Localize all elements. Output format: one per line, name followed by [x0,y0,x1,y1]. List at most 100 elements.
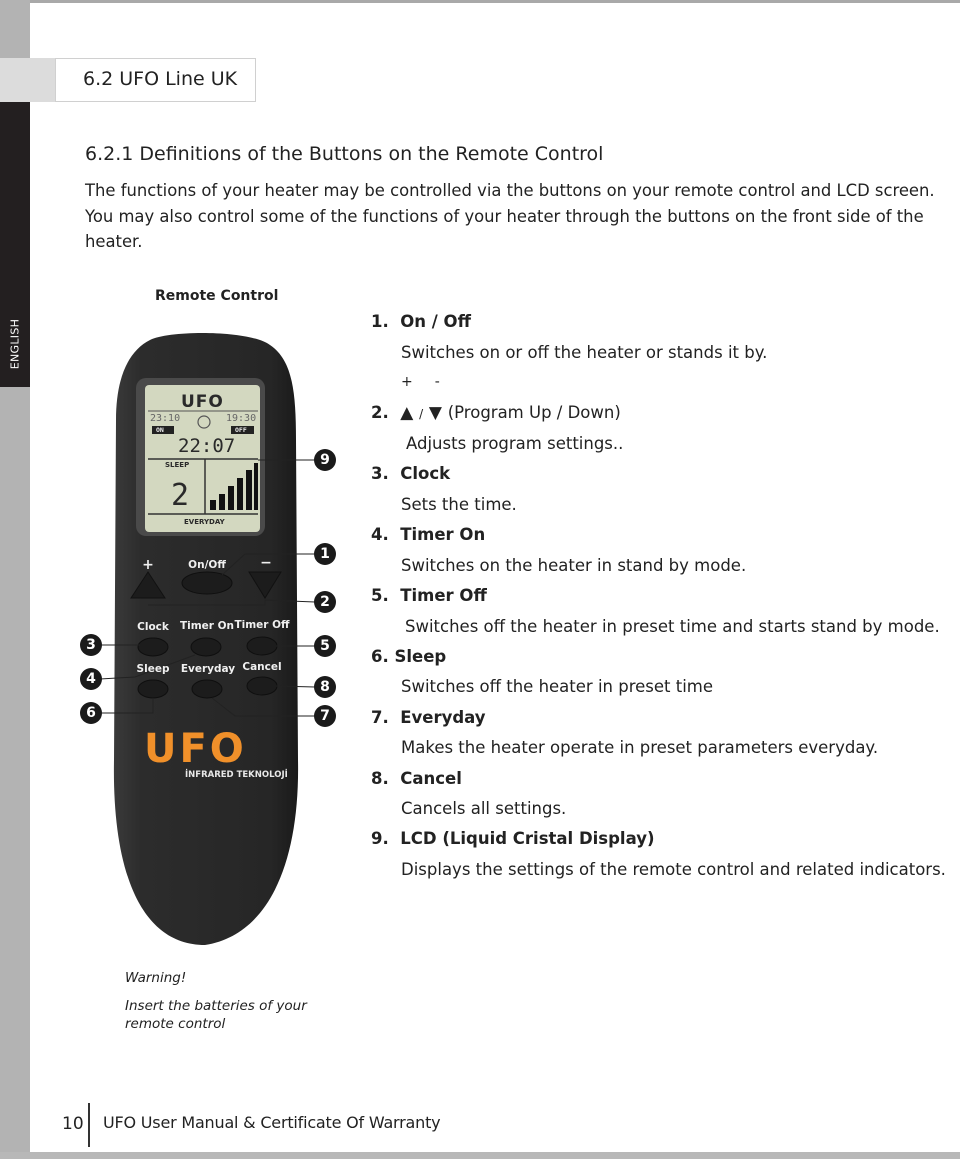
definition-item-8: 8. Cancel [371,769,462,788]
page-number: 10 [62,1114,84,1134]
item-desc: Cancels all settings. [401,799,567,818]
lcd-off-badge: OFF [235,426,247,434]
item-number: 4. [371,525,389,544]
item-desc: Switches off the heater in preset time a… [405,617,940,636]
item-title: (Program Up / Down) [447,403,621,422]
timer-off-button [246,636,278,656]
callout-6: 6 [80,702,102,724]
section-title: 6.2 UFO Line UK [83,68,238,90]
leader-1 [221,553,315,576]
power-bar [210,500,216,510]
definition-item-7: 7. Everyday [371,708,486,727]
callout-leaders [99,459,316,717]
definition-item-3: 3. Clock [371,464,450,483]
on-off-label: On/Off [188,559,226,571]
leader-2 [148,599,316,606]
item-number: 1. [371,312,389,331]
plus-minus-legend: + - [401,374,440,390]
power-bar [219,494,225,510]
lcd-timer-on-time: 23:10 [150,413,181,424]
plus-label: + [142,557,154,573]
warning-title: Warning! [125,970,187,986]
lcd-sleep-label: SLEEP [165,461,190,469]
language-tab-label: ENGLISH [8,318,22,370]
item-title: On / Off [400,312,471,331]
callout-1: 1 [314,543,336,565]
clock-button [137,637,169,657]
power-level-bars [210,463,258,510]
item-desc: Switches off the heater in preset time [401,677,714,696]
up-arrow-icon: ▲ [400,403,414,423]
callout-4: 4 [80,668,102,690]
item-number: 3. [371,464,389,483]
bottom-rule [0,1152,960,1159]
power-bar [228,486,234,510]
item-title: Timer Off [400,586,487,605]
subsection-title: 6.2.1 Definitions of the Buttons on the … [85,143,604,165]
cancel-button [246,676,278,696]
item-desc: Sets the time. [401,495,517,514]
callout-5: 5 [314,635,336,657]
on-badge-bg [152,426,174,434]
timer-off-label: Timer Off [234,619,290,631]
callout-3: 3 [80,634,102,656]
callout-9: 9 [314,449,336,471]
lcd-timer-off-time: 19:30 [226,413,257,424]
leader-7 [211,697,315,717]
lcd-clock-time: 22:07 [178,435,236,457]
timer-on-button [190,637,222,657]
item-title: LCD (Liquid Cristal Display) [400,829,655,848]
remote-tagline: İNFRARED TEKNOLOJİ [185,770,288,780]
minus-down-button [248,571,282,599]
power-bar [237,478,243,510]
leader-8 [275,685,316,688]
lcd-brand: UFO [181,392,224,412]
item-number: 8. [371,769,389,788]
definition-item-2: 2. ▲ / ▼ (Program Up / Down) [371,403,621,423]
item-number: 5. [371,586,389,605]
callout-8: 8 [314,676,336,698]
lcd-sleep-value: 2 [171,478,190,513]
top-rule [30,0,960,3]
item-desc: Displays the settings of the remote cont… [401,860,946,879]
leader-6 [100,698,154,714]
off-badge-bg [231,426,254,434]
lcd-mode-label: EVERYDAY [184,518,225,526]
arrow-separator: / [419,407,424,421]
item-title: Clock [400,464,451,483]
figure-caption: Remote Control [155,288,279,304]
callout-7: 7 [314,705,336,727]
remote-ufo-logo: UFO [144,726,247,772]
footer-separator [88,1103,90,1147]
item-desc: Adjusts program settings.. [406,434,624,453]
definition-item-9: 9. LCD (Liquid Cristal Display) [371,829,655,848]
section-marker [0,58,55,102]
lcd-screen [145,385,260,532]
minus-label: − [260,555,272,571]
plus-up-button [130,571,166,599]
item-desc: Makes the heater operate in preset param… [401,738,879,757]
power-bar [246,470,252,510]
definition-item-1: 1. On / Off [371,312,471,331]
minus-sign: - [434,374,440,390]
item-number: 9. [371,829,389,848]
plus-sign: + [401,374,413,390]
timer-on-label: Timer On [179,620,235,632]
remote-body [113,333,299,945]
warning-body: Insert the batteries of your remote cont… [125,998,307,1032]
definition-item-6: 6. Sleep [371,647,446,666]
lcd-bezel [136,378,265,536]
footer-title: UFO User Manual & Certificate Of Warrant… [103,1113,441,1132]
definition-item-5: 5. Timer Off [371,586,487,605]
item-title: Timer On [400,525,486,544]
power-bar [254,463,258,510]
leader-4 [99,654,196,680]
intro-paragraph: The functions of your heater may be cont… [85,181,935,251]
callout-2: 2 [314,591,336,613]
item-desc: Switches on the heater in stand by mode. [401,556,747,575]
cancel-label: Cancel [242,661,282,673]
everyday-button [191,679,223,699]
sleep-label: Sleep [136,663,170,675]
item-number: 7. [371,708,389,727]
section-title-box: 6.2 UFO Line UK [55,58,256,102]
